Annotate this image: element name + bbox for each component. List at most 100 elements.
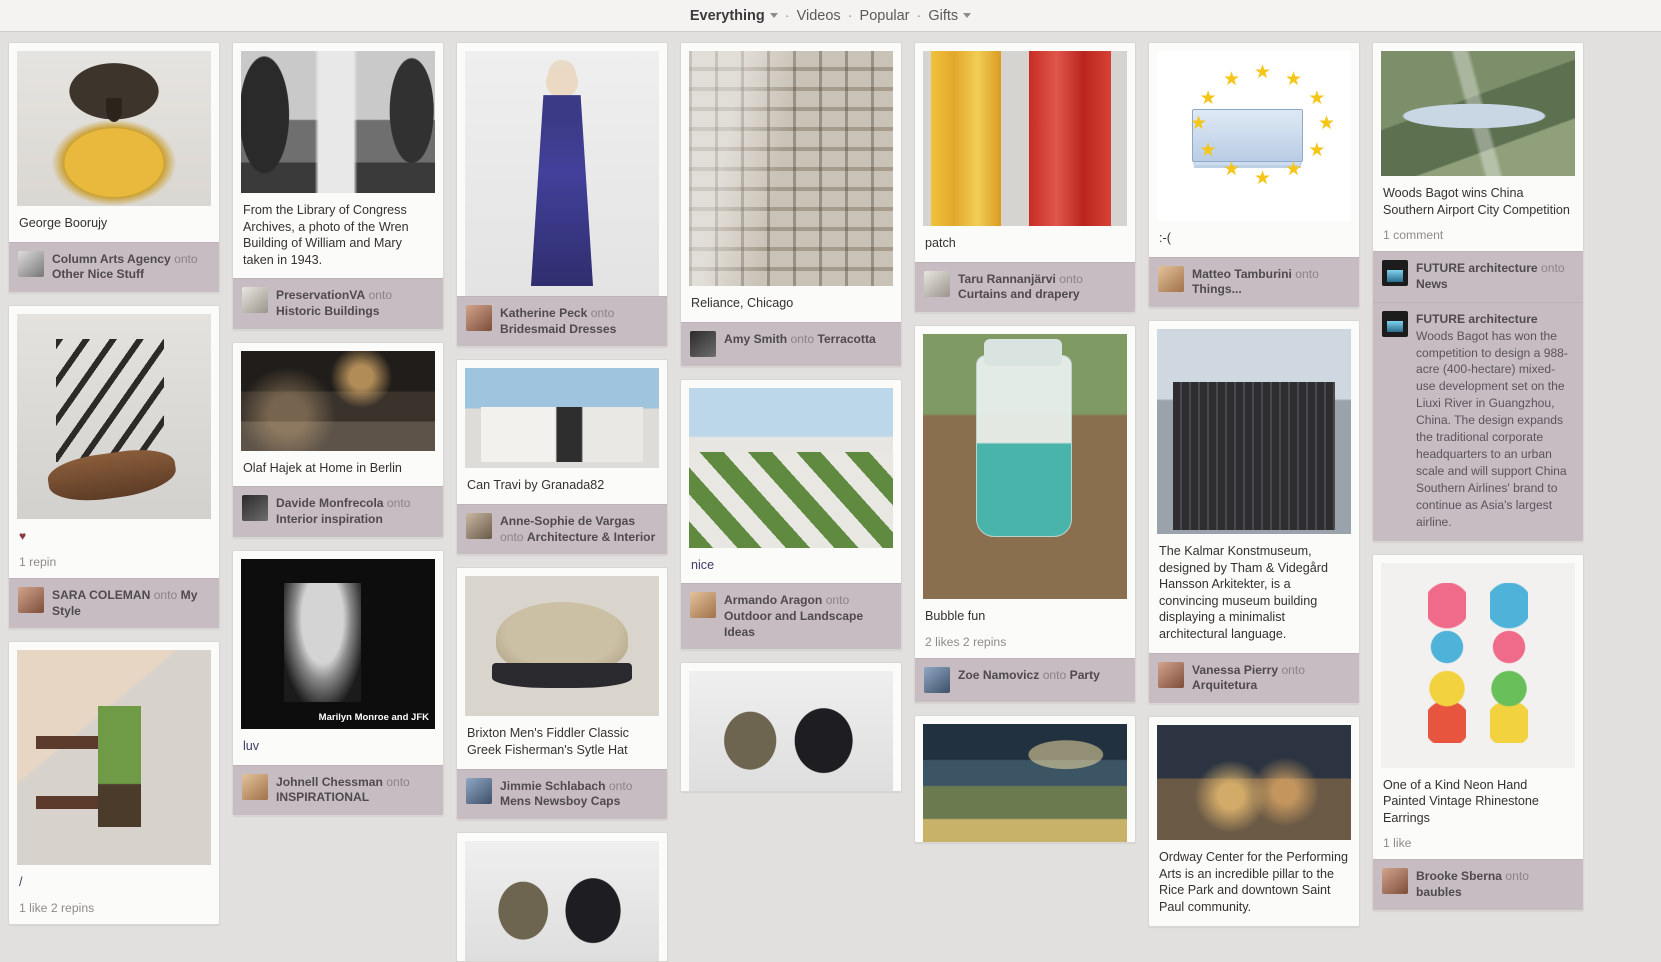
pin-card[interactable]: From the Library of Congress Archives, a… <box>232 42 444 330</box>
avatar[interactable] <box>466 305 492 331</box>
attribution-user[interactable]: Amy Smith <box>724 332 787 346</box>
pin-attribution[interactable]: Jimmie Schlabach onto Mens Newsboy Caps <box>457 768 667 820</box>
pin-image[interactable] <box>9 642 219 866</box>
pin-image[interactable] <box>915 43 1135 226</box>
comment-author[interactable]: FUTURE architecture <box>1416 312 1538 326</box>
pin-image[interactable] <box>915 326 1135 600</box>
pin-card[interactable]: nice Armando Aragon onto Outdoor and Land… <box>680 378 902 651</box>
pin-image[interactable] <box>457 43 667 296</box>
nav-gifts[interactable]: Gifts <box>928 8 958 24</box>
pin-image[interactable] <box>9 306 219 520</box>
attribution-user[interactable]: Brooke Sberna <box>1416 869 1502 883</box>
attribution-user[interactable]: Matteo Tamburini <box>1192 267 1292 281</box>
avatar[interactable] <box>1158 661 1184 688</box>
avatar[interactable] <box>690 592 716 619</box>
attribution-board[interactable]: Arquitetura <box>1192 678 1257 692</box>
pin-card[interactable]: patch Taru Rannanjärvi onto Curtains and … <box>914 42 1136 314</box>
attribution-user[interactable]: FUTURE architecture <box>1416 261 1538 275</box>
pin-attribution[interactable]: Armando Aragon onto Outdoor and Landscap… <box>681 583 901 650</box>
pin-attribution[interactable]: PreservationVA onto Historic Buildings <box>233 278 443 329</box>
pin-attribution[interactable]: Taru Rannanjärvi onto Curtains and drape… <box>915 261 1135 313</box>
pin-card[interactable]: / 1 like 2 repins <box>8 641 220 925</box>
pin-card[interactable]: Katherine Peck onto Bridesmaid Dresses <box>456 42 668 348</box>
attribution-board[interactable]: Historic Buildings <box>276 304 379 318</box>
nav-videos[interactable]: Videos <box>797 8 841 24</box>
pin-card[interactable] <box>914 714 1136 843</box>
pin-card[interactable]: The Kalmar Konstmuseum, designed by Tham… <box>1148 320 1360 705</box>
pin-image[interactable] <box>915 715 1135 842</box>
pin-card[interactable]: Reliance, Chicago Amy Smith onto Terracot… <box>680 42 902 367</box>
pin-card[interactable]: Bubble fun 2 likes 2 repins Zoe Namovicz o… <box>914 325 1136 703</box>
pin-image[interactable]: Marilyn Monroe and JFK <box>233 550 443 729</box>
attribution-user[interactable]: Column Arts Agency <box>52 252 171 266</box>
pin-image[interactable] <box>681 379 901 548</box>
pin-attribution[interactable]: Davide Monfrecola onto Interior inspirat… <box>233 486 443 537</box>
avatar[interactable] <box>1382 868 1408 895</box>
attribution-board[interactable]: Party <box>1070 668 1100 682</box>
pin-card[interactable]: ♥ 1 repin SARA COLEMAN onto My Style <box>8 305 220 630</box>
attribution-board[interactable]: Architecture & Interior <box>527 530 655 544</box>
pin-attribution[interactable]: Katherine Peck onto Bridesmaid Dresses <box>457 296 667 347</box>
avatar[interactable] <box>18 586 44 613</box>
pin-attribution[interactable]: Amy Smith onto Terracotta <box>681 321 901 366</box>
pin-card[interactable] <box>456 832 668 962</box>
avatar[interactable] <box>466 777 492 804</box>
pin-card[interactable]: Ordway Center for the Performing Arts is… <box>1148 716 1360 927</box>
avatar[interactable] <box>242 287 268 314</box>
pin-image[interactable] <box>457 360 667 469</box>
attribution-board[interactable]: baubles <box>1416 885 1462 899</box>
pin-caption-link[interactable]: nice <box>691 558 714 572</box>
pin-card[interactable]: Brixton Men's Fiddler Classic Greek Fish… <box>456 567 668 821</box>
nav-everything[interactable]: Everything <box>690 8 765 24</box>
pin-image[interactable] <box>1149 717 1359 841</box>
attribution-board[interactable]: News <box>1416 277 1448 291</box>
avatar[interactable] <box>924 666 950 693</box>
pin-attribution[interactable]: SARA COLEMAN onto My Style <box>9 577 219 629</box>
pin-image[interactable] <box>1373 43 1583 176</box>
attribution-board[interactable]: Terracotta <box>817 332 875 346</box>
attribution-user[interactable]: SARA COLEMAN <box>52 588 150 602</box>
attribution-user[interactable]: Armando Aragon <box>724 593 822 607</box>
nav-popular[interactable]: Popular <box>860 8 910 24</box>
attribution-user[interactable]: Vanessa Pierry <box>1192 663 1278 677</box>
pin-caption-link[interactable]: / <box>19 875 23 889</box>
pin-card[interactable]: ★ ★ ★ ★ ★ ★ ★ ★ ★ ★ ★ ★:-(Matteo Tamburini onto Thi… <box>1148 42 1360 309</box>
pin-attribution[interactable]: Brooke Sberna onto baubles <box>1373 859 1583 910</box>
attribution-user[interactable]: Jimmie Schlabach <box>500 779 606 793</box>
chevron-down-icon[interactable] <box>963 12 972 18</box>
pin-image[interactable] <box>681 663 901 792</box>
pin-card[interactable]: Woods Bagot wins China Southern Airport … <box>1372 42 1584 542</box>
comment-avatar[interactable] <box>1382 310 1408 337</box>
avatar[interactable] <box>690 330 716 357</box>
pin-card[interactable]: One of a Kind Neon Hand Painted Vintage … <box>1372 553 1584 911</box>
pin-attribution[interactable]: Column Arts Agency onto Other Nice Stuff <box>9 241 219 293</box>
attribution-user[interactable]: Taru Rannanjärvi <box>958 272 1056 286</box>
pin-image[interactable] <box>457 568 667 717</box>
pin-image[interactable]: ★ ★ ★ ★ ★ ★ ★ ★ ★ ★ ★ ★ <box>1149 43 1359 221</box>
pin-card[interactable]: Marilyn Monroe and JFK luv Johnell Chessma… <box>232 549 444 816</box>
avatar[interactable] <box>242 773 268 800</box>
attribution-board[interactable]: INSPIRATIONAL <box>276 790 369 804</box>
attribution-board[interactable]: Things... <box>1192 282 1242 296</box>
attribution-user[interactable]: Johnell Chessman <box>276 775 383 789</box>
pin-image[interactable] <box>9 43 219 206</box>
pin-card[interactable]: Olaf Hajek at Home in Berlin Davide Monfr… <box>232 341 444 538</box>
attribution-user[interactable]: Zoe Namovicz <box>958 668 1039 682</box>
chevron-down-icon[interactable] <box>769 12 778 18</box>
pin-image[interactable] <box>1373 554 1583 768</box>
pin-attribution[interactable]: Johnell Chessman onto INSPIRATIONAL <box>233 764 443 815</box>
pin-image[interactable] <box>1149 321 1359 535</box>
heart-icon[interactable]: ♥ <box>19 529 26 543</box>
avatar[interactable] <box>924 270 950 297</box>
pin-image[interactable] <box>233 342 443 451</box>
pin-attribution[interactable]: Vanessa Pierry onto Arquitetura <box>1149 652 1359 704</box>
avatar[interactable] <box>466 513 492 540</box>
attribution-user[interactable]: PreservationVA <box>276 288 365 302</box>
attribution-board[interactable]: Bridesmaid Dresses <box>500 322 616 336</box>
pin-card[interactable]: Can Travi by Granada82 Anne-Sophie de Var… <box>456 359 668 556</box>
attribution-board[interactable]: Mens Newsboy Caps <box>500 794 620 808</box>
attribution-user[interactable]: Anne-Sophie de Vargas <box>500 514 635 528</box>
pin-attribution[interactable]: Anne-Sophie de Vargas onto Architecture … <box>457 504 667 555</box>
pin-image[interactable] <box>681 43 901 286</box>
pin-image[interactable] <box>233 43 443 193</box>
